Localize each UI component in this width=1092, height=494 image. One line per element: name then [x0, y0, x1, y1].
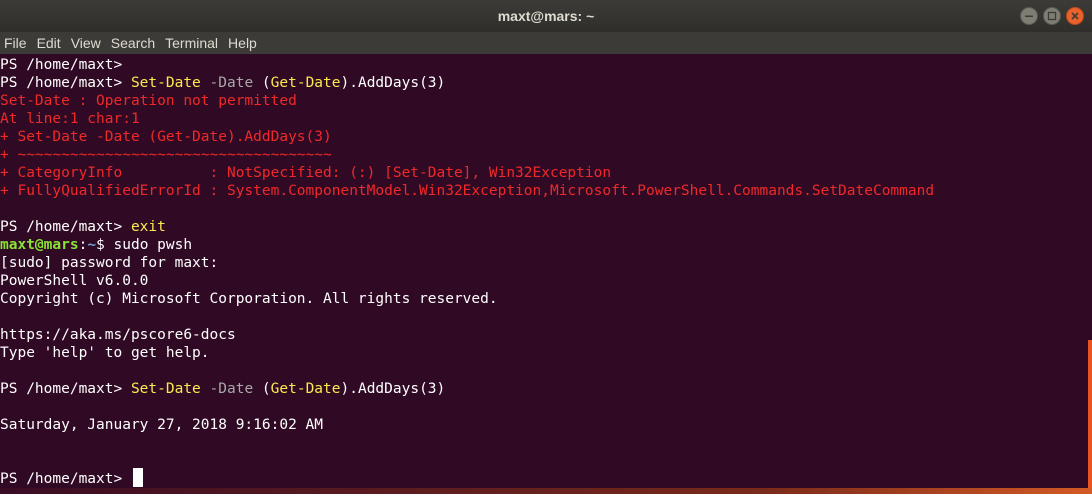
- terminal-text: PS /home/maxt>: [0, 57, 131, 73]
- terminal-text: -Date: [209, 381, 254, 397]
- terminal-text: Set-Date: [130, 381, 201, 397]
- window-controls: [1020, 7, 1084, 25]
- terminal-line: + Set-Date -Date (Get-Date).AddDays(3): [0, 128, 332, 146]
- terminal-text: At line:1 char:1: [0, 111, 140, 127]
- terminal-text: Get-Date: [270, 75, 341, 91]
- menu-bar: File Edit View Search Terminal Help: [0, 32, 1092, 54]
- terminal-text: PS /home/maxt>: [0, 219, 131, 235]
- terminal-text: [sudo] password for maxt:: [0, 255, 227, 271]
- menu-file[interactable]: File: [0, 32, 32, 54]
- terminal-text: + ~~~~~~~~~~~~~~~~~~~~~~~~~~~~~~~~~~~~: [0, 147, 332, 163]
- terminal-text: $ sudo pwsh: [96, 237, 193, 253]
- terminal-line: PS /home/maxt> Set-Date -Date (Get-Date)…: [0, 380, 445, 398]
- terminal-scrollbar[interactable]: [1086, 54, 1092, 488]
- terminal-line: Saturday, January 27, 2018 9:16:02 AM: [0, 416, 323, 434]
- title-bar[interactable]: maxt@mars: ~: [0, 0, 1092, 32]
- desktop-background-strip: [0, 488, 1092, 494]
- minimize-icon[interactable]: [1020, 7, 1038, 25]
- menu-help[interactable]: Help: [223, 32, 262, 54]
- terminal-text: + CategoryInfo : NotSpecified: (:) [Set-…: [0, 165, 612, 181]
- terminal-text: Set-Date : Operation not permitted: [0, 93, 297, 109]
- terminal-text: exit: [130, 219, 166, 235]
- scrollbar-thumb[interactable]: [1088, 340, 1092, 488]
- close-icon[interactable]: [1066, 7, 1084, 25]
- terminal-text: + FullyQualifiedErrorId : System.Compone…: [0, 183, 935, 199]
- terminal-text: (: [253, 75, 271, 91]
- terminal-text: (: [253, 381, 271, 397]
- terminal-line: PS /home/maxt> exit: [0, 218, 166, 236]
- terminal-line: PS /home/maxt>: [0, 470, 131, 488]
- terminal-text: maxt@mars: [0, 237, 79, 253]
- terminal-text: :: [78, 237, 88, 253]
- terminal-line: Copyright (c) Microsoft Corporation. All…: [0, 290, 498, 308]
- terminal-text: ).AddDays(3): [340, 75, 446, 91]
- terminal-line: maxt@mars:~$ sudo pwsh: [0, 236, 192, 254]
- terminal-text: PS /home/maxt>: [0, 75, 131, 91]
- maximize-icon[interactable]: [1043, 7, 1061, 25]
- terminal-line: https://aka.ms/pscore6-docs: [0, 326, 236, 344]
- terminal-text: Type 'help' to get help.: [0, 345, 210, 361]
- terminal-line: + CategoryInfo : NotSpecified: (:) [Set-…: [0, 164, 611, 182]
- terminal-text: PowerShell v6.0.0: [0, 273, 149, 289]
- terminal-text: ).AddDays(3): [340, 381, 446, 397]
- terminal-line: + ~~~~~~~~~~~~~~~~~~~~~~~~~~~~~~~~~~~~: [0, 146, 332, 164]
- text-cursor: [133, 468, 143, 487]
- terminal-text: Set-Date: [130, 75, 201, 91]
- menu-view[interactable]: View: [66, 32, 106, 54]
- terminal-line: Set-Date : Operation not permitted: [0, 92, 297, 110]
- terminal-text: ~: [87, 237, 97, 253]
- window-title: maxt@mars: ~: [497, 8, 595, 24]
- terminal-line: PowerShell v6.0.0: [0, 272, 148, 290]
- terminal-line: + FullyQualifiedErrorId : System.Compone…: [0, 182, 934, 200]
- terminal-output[interactable]: PS /home/maxt> PS /home/maxt> Set-Date -…: [0, 54, 1086, 488]
- terminal-text: Copyright (c) Microsoft Corporation. All…: [0, 291, 498, 307]
- terminal-text: https://aka.ms/pscore6-docs: [0, 327, 236, 343]
- menu-search[interactable]: Search: [106, 32, 160, 54]
- terminal-line: PS /home/maxt>: [0, 56, 131, 74]
- terminal-text: PS /home/maxt>: [0, 381, 131, 397]
- terminal-text: PS /home/maxt>: [0, 471, 131, 487]
- terminal-text: Saturday, January 27, 2018 9:16:02 AM: [0, 417, 324, 433]
- terminal-line: [sudo] password for maxt:: [0, 254, 227, 272]
- terminal-line: At line:1 char:1: [0, 110, 140, 128]
- menu-edit[interactable]: Edit: [32, 32, 66, 54]
- terminal-line: Type 'help' to get help.: [0, 344, 210, 362]
- menu-terminal[interactable]: Terminal: [160, 32, 223, 54]
- terminal-text: + Set-Date -Date (Get-Date).AddDays(3): [0, 129, 332, 145]
- terminal-line: PS /home/maxt> Set-Date -Date (Get-Date)…: [0, 74, 445, 92]
- terminal-text: Get-Date: [270, 381, 341, 397]
- terminal-text: -Date: [209, 75, 254, 91]
